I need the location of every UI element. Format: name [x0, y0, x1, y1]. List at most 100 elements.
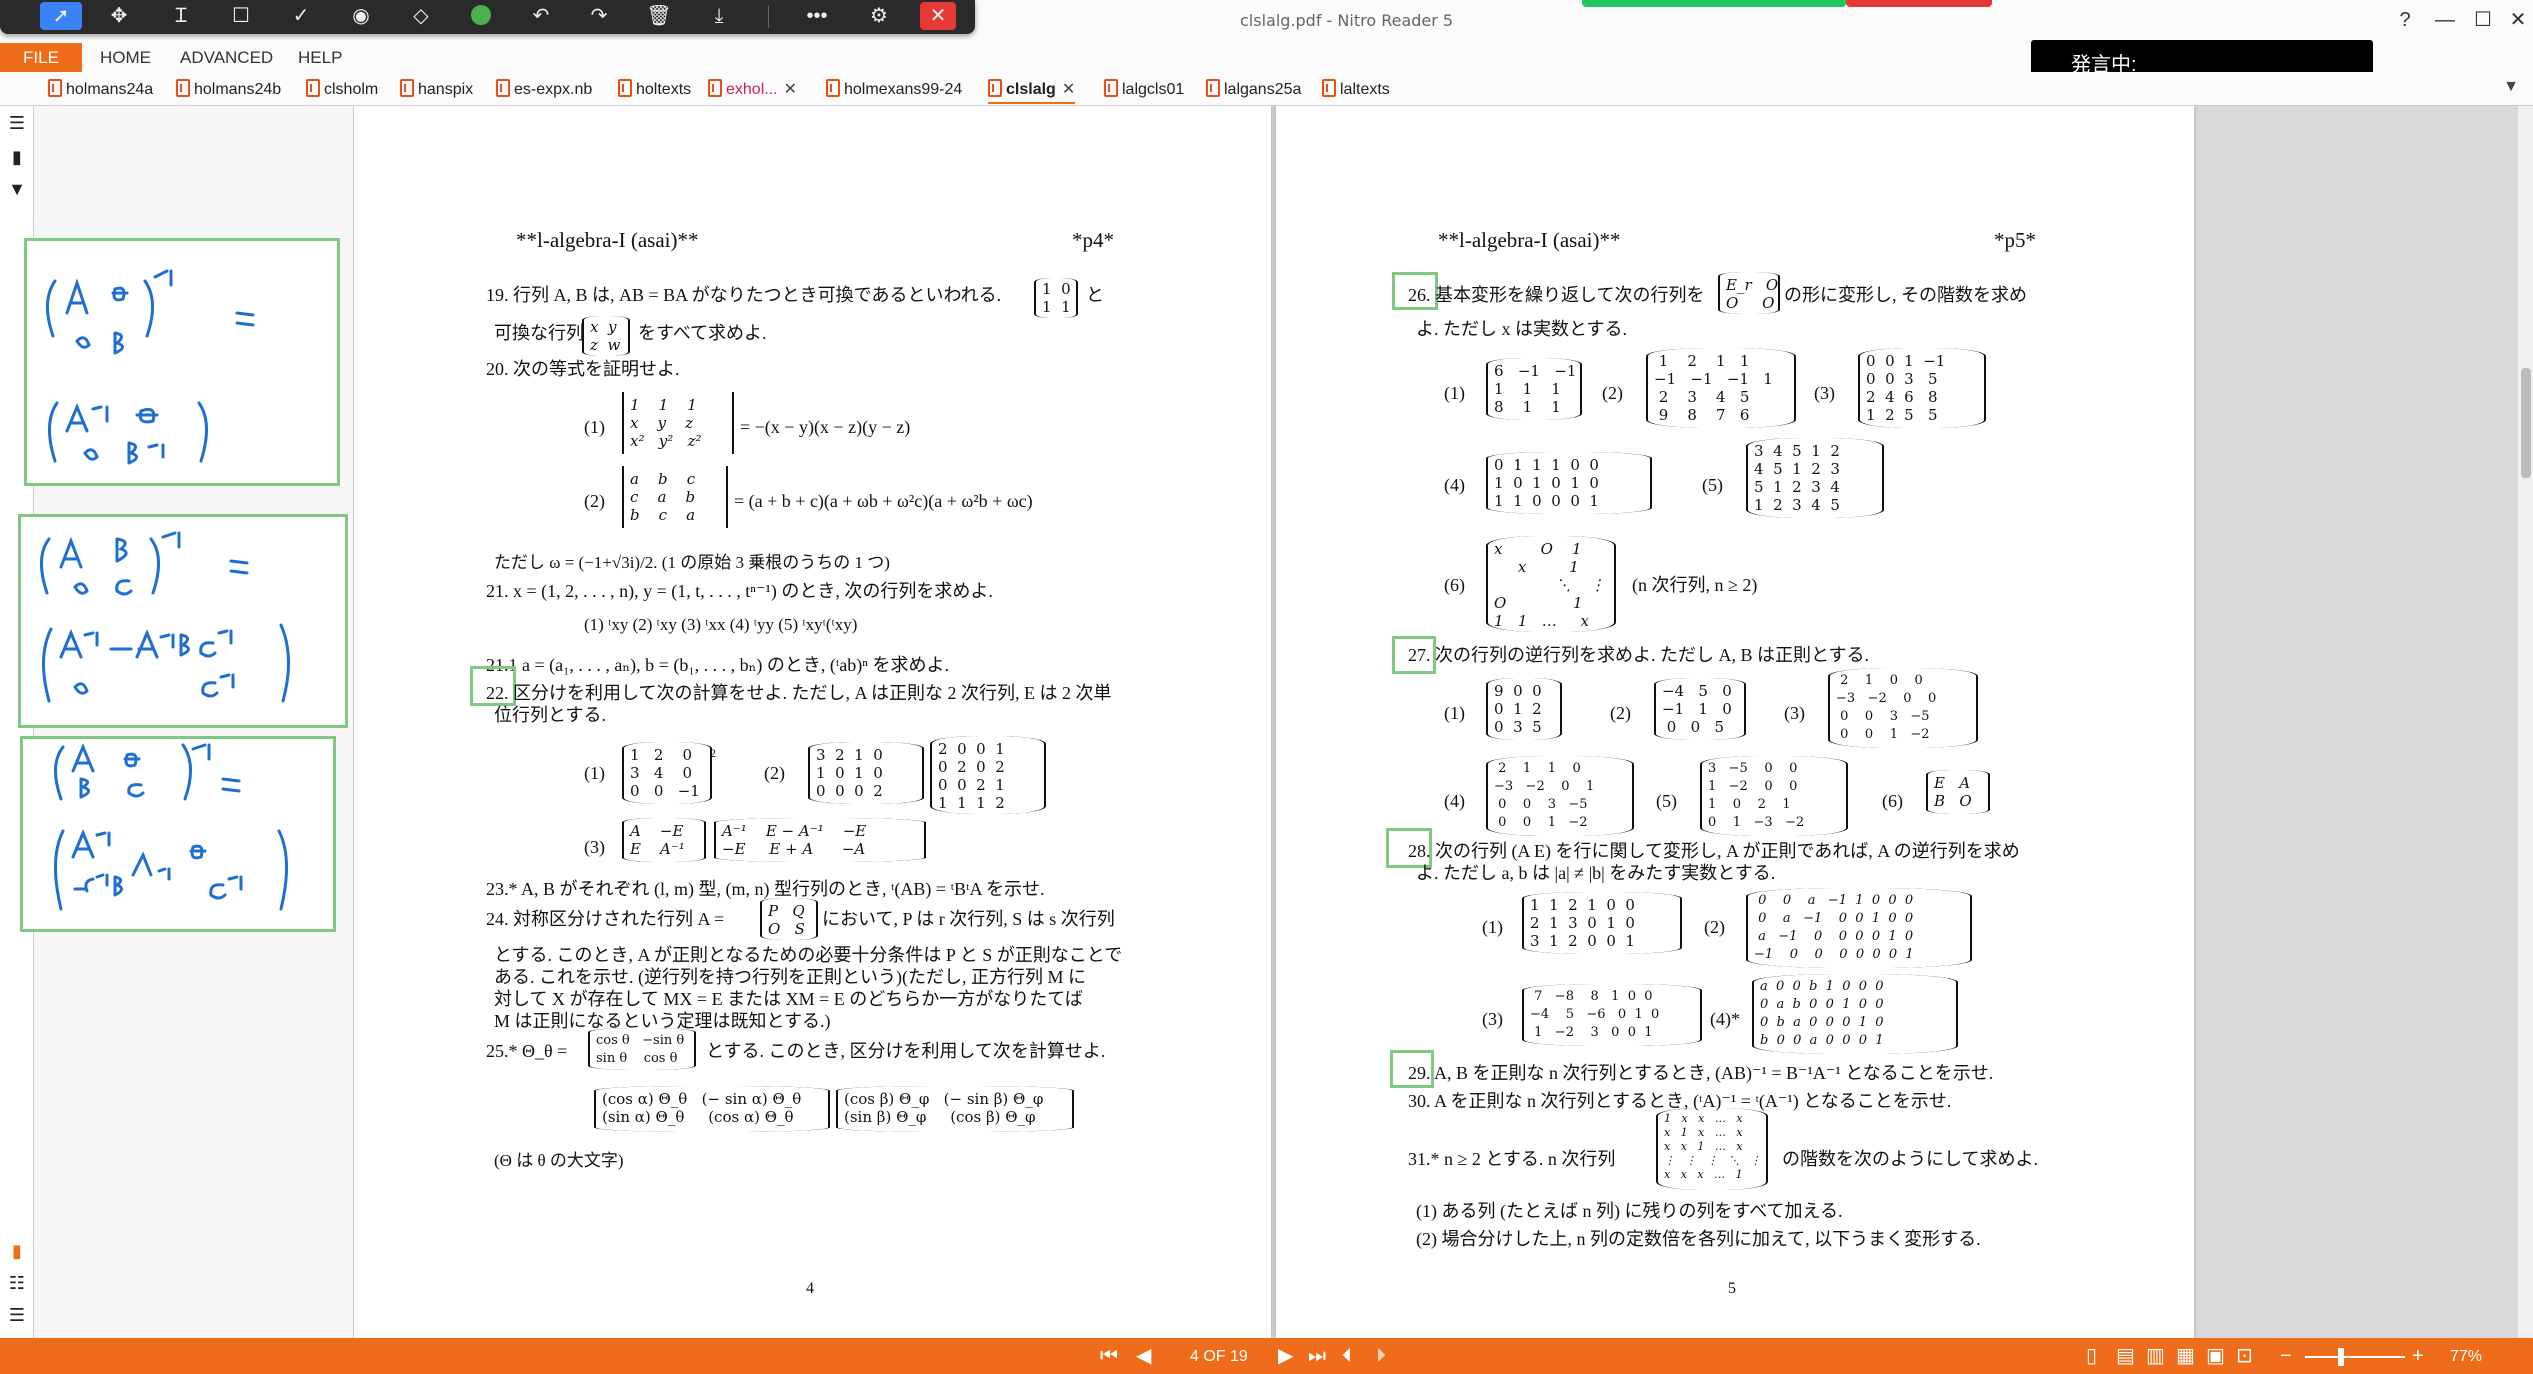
problem-24-e: 対して X が存在して MX = E または XM = E のどちらか一方がなり…	[494, 989, 1083, 1009]
tab-laltexts[interactable]: laltexts	[1322, 76, 1390, 104]
zoom-out-icon[interactable]: −	[2280, 1344, 2292, 1368]
tab-es-expx[interactable]: es-expx.nb	[496, 76, 592, 104]
continuous-view-icon[interactable]: ▤	[2116, 1344, 2135, 1368]
window-close-icon[interactable]: ✕	[2503, 6, 2533, 34]
tab-clslalg[interactable]: clslalg ✕	[988, 76, 1076, 104]
move-icon[interactable]: ✥	[98, 2, 140, 30]
help-icon[interactable]: ?	[2390, 6, 2420, 34]
problem-27: 27. 次の行列の逆行列を求めよ. ただし A, B は正則とする.	[1408, 645, 1869, 665]
label-26-3: (3)	[1814, 383, 1835, 403]
attachments-panel-icon[interactable]: ☷	[6, 1272, 28, 1294]
handwritten-note-2[interactable]	[18, 514, 348, 728]
vertical-scrollbar[interactable]	[2518, 106, 2533, 1338]
zoom-in-icon[interactable]: +	[2412, 1344, 2424, 1368]
last-page-icon[interactable]: ⏭	[1308, 1344, 1326, 1368]
previous-page-icon[interactable]: ◀	[1136, 1344, 1151, 1368]
problem-20-2-rhs: = (a + b + c)(a + ωb + ω²c)(a + ω²b + ωc…	[734, 491, 1033, 511]
problem-19-b: 可換な行列	[494, 323, 584, 343]
rectangle-icon[interactable]: ☐	[220, 2, 262, 30]
facing-continuous-view-icon[interactable]: ▦	[2176, 1344, 2195, 1368]
next-page-icon[interactable]: ▶	[1278, 1344, 1293, 1368]
handwritten-note-1[interactable]	[24, 238, 340, 486]
page-indicator[interactable]: 4 OF 19	[1190, 1348, 1248, 1366]
bookmarks-panel-icon[interactable]: ▮	[6, 146, 28, 168]
undo-icon[interactable]: ↶	[520, 2, 562, 30]
menu-home[interactable]: HOME	[100, 48, 151, 68]
tab-clsholm[interactable]: clsholm	[306, 76, 378, 104]
single-page-view-icon[interactable]: ▯	[2086, 1344, 2097, 1368]
pdf-icon	[306, 79, 320, 97]
first-page-icon[interactable]: ⏮	[1100, 1344, 1118, 1368]
close-icon[interactable]: ✕	[920, 2, 956, 30]
matrix-paren	[622, 818, 706, 862]
download-icon[interactable]: ⤓	[698, 2, 740, 30]
problem-21: 21. x = (1, 2, . . . , n), y = (1, t, . …	[486, 581, 993, 601]
text-cursor-icon[interactable]: Ɪ	[160, 2, 202, 30]
problem-31-b: の階数を次のようにして求めよ.	[1782, 1149, 2038, 1169]
problem-28-b: よ. ただし a, b は |a| ≠ |b| をみたす実数とする.	[1416, 863, 1776, 883]
handwriting-notes-panel	[18, 106, 354, 1338]
menu-help[interactable]: HELP	[298, 48, 342, 68]
zoom-slider-handle[interactable]	[2338, 1348, 2344, 1366]
problem-31: 31.* n ≥ 2 とする. n 次行列	[1408, 1149, 1616, 1169]
zoom-level[interactable]: 77%	[2450, 1348, 2482, 1366]
tab-close-icon[interactable]: ✕	[1062, 81, 1075, 98]
eraser-icon[interactable]: ◇	[400, 2, 442, 30]
trash-icon[interactable]: 🗑	[638, 2, 680, 30]
omega-note: ただし ω = (−1+√3i)/2. (1 の原始 3 乗根のうちの 1 つ)	[494, 553, 890, 572]
tab-close-icon[interactable]: ✕	[784, 81, 797, 98]
tab-holmexans99-24[interactable]: holmexans99-24	[826, 76, 962, 104]
handwritten-inverse-block-diagonal	[46, 269, 255, 465]
back-view-icon[interactable]: ⏴	[1342, 1344, 1352, 1368]
matrix-paren	[1746, 888, 1972, 968]
matrix-paren	[1646, 348, 1796, 428]
scrollbar-thumb[interactable]	[2521, 368, 2531, 478]
problem-26: 26. 基本変形を繰り返して次の行列を	[1408, 285, 1705, 305]
checkmark-icon[interactable]: ✓	[280, 2, 322, 30]
zoom-slider-track[interactable]	[2305, 1356, 2405, 1358]
annotations-panel-icon[interactable]: ▼	[6, 178, 28, 200]
fit-page-icon[interactable]: ▣	[2206, 1344, 2225, 1368]
redo-icon[interactable]: ↷	[578, 2, 620, 30]
tab-hanspix[interactable]: hanspix	[400, 76, 473, 104]
file-menu-tab[interactable]: FILE	[0, 43, 82, 72]
pages-panel-icon[interactable]: ☰	[6, 112, 28, 134]
det-bars	[622, 392, 734, 454]
tab-holmans24a[interactable]: holmans24a	[48, 76, 153, 104]
maximize-icon[interactable]: ☐	[2468, 6, 2498, 34]
tab-exhol[interactable]: exhol... ✕	[708, 76, 797, 104]
comments-panel-icon[interactable]: ▮	[6, 1240, 28, 1262]
color-dot-icon[interactable]	[460, 2, 502, 30]
tab-lalgans25a[interactable]: lalgans25a	[1206, 76, 1301, 104]
problem-22: 22. 区分けを利用して次の計算をせよ. ただし, A は正則な 2 次行列, …	[486, 683, 1112, 703]
handwritten-note-3[interactable]	[20, 736, 336, 932]
facing-view-icon[interactable]: ▥	[2146, 1344, 2165, 1368]
minimize-icon[interactable]: —	[2430, 6, 2460, 34]
problem-24: 24. 対称区分けされた行列 A =	[486, 909, 725, 929]
more-icon[interactable]: •••	[796, 2, 838, 30]
user-settings-icon[interactable]: ⚙	[858, 2, 900, 30]
tab-lalgcls01[interactable]: lalgcls01	[1104, 76, 1184, 104]
matrix-paren	[1858, 348, 1986, 428]
fit-width-icon[interactable]: ⊡	[2236, 1344, 2253, 1368]
matrix-paren	[1700, 756, 1848, 836]
tab-list-chevron-down-icon[interactable]: ▼	[2503, 78, 2519, 96]
menu-advanced[interactable]: ADVANCED	[180, 48, 273, 68]
document-viewport[interactable]: **l-algebra-I (asai)** *p4* 19. 行列 A, B …	[354, 106, 2518, 1338]
tab-holmans24b[interactable]: holmans24b	[176, 76, 281, 104]
stamp-icon[interactable]: ◉	[340, 2, 382, 30]
problem-28: 28. 次の行列 (A E) を行に関して変形し, A が正則であれば, A の…	[1408, 841, 2020, 861]
cursor-arrow-icon[interactable]: ➚	[40, 2, 82, 30]
tab-holtexts[interactable]: holtexts	[618, 76, 691, 104]
problem-26-c: よ. ただし x は実数とする.	[1416, 319, 1627, 339]
pdf-icon	[176, 79, 190, 97]
problem-19-c: をすべて求めよ.	[638, 323, 767, 343]
label-26-6: (6)	[1444, 575, 1465, 595]
problem-25: 25.* Θ_θ =	[486, 1041, 568, 1061]
matrix-paren	[588, 1028, 696, 1070]
problem-20: 20. 次の等式を証明せよ.	[486, 359, 680, 379]
label-22-1: (1)	[584, 763, 605, 783]
output-panel-icon[interactable]: ☰	[6, 1304, 28, 1326]
forward-view-icon[interactable]: ⏵	[1376, 1344, 1386, 1368]
problem-19: 19. 行列 A, B は, AB = BA がなりたつとき可換であるといわれる…	[486, 285, 1002, 305]
